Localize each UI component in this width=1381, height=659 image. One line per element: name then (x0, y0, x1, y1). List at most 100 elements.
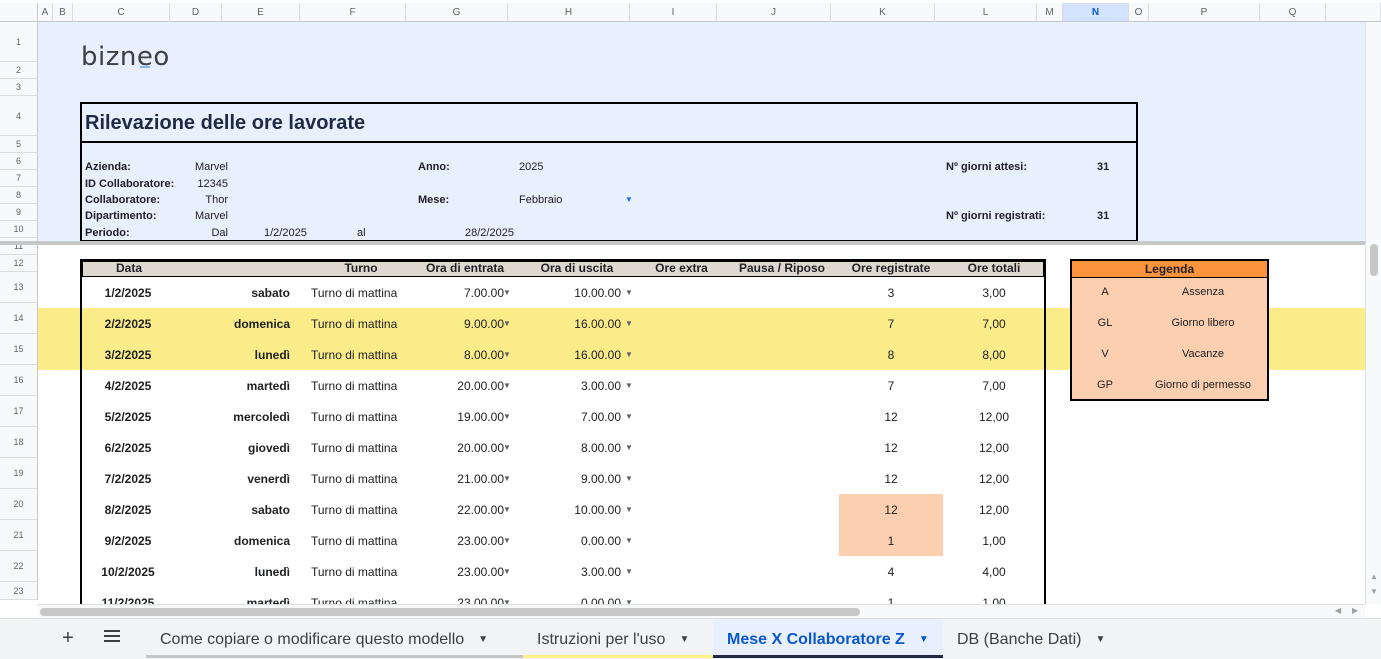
legend-box: Legenda A Assenza GL Giorno libero V Vacanze G… (1070, 259, 1269, 401)
column-header-m[interactable]: M (1037, 3, 1063, 22)
th-totali[interactable]: Ore totali (943, 261, 1045, 275)
row-header-7[interactable]: 7 (0, 170, 38, 187)
column-header-j[interactable]: J (717, 3, 831, 22)
legend-description[interactable]: Vacanze (1138, 348, 1268, 360)
row-header-10[interactable]: 10 (0, 221, 38, 238)
legend-description[interactable]: Giorno di permesso (1138, 379, 1268, 391)
scroll-left-icon[interactable]: ◀ (1335, 606, 1341, 615)
all-sheets-menu-icon[interactable] (100, 627, 124, 651)
sheet-tab[interactable]: DB (Banche Dati) ▼ (943, 619, 1123, 659)
legend-code[interactable]: A (1072, 286, 1138, 298)
legend-title[interactable]: Legenda (1072, 261, 1267, 278)
select-all-corner[interactable] (0, 3, 38, 22)
dal-date[interactable]: 1/2/2025 (264, 227, 307, 239)
id-value[interactable]: 12345 (180, 178, 228, 190)
column-header-d[interactable]: D (170, 3, 222, 22)
row-header-4[interactable]: 4 (0, 96, 38, 136)
row-header-17[interactable]: 17 (0, 396, 38, 427)
horizontal-scroll-thumb[interactable] (40, 608, 860, 616)
collab-label: Collaboratore: (85, 194, 161, 206)
column-header-k[interactable]: K (831, 3, 935, 22)
row-header-8[interactable]: 8 (0, 187, 38, 204)
sheet-tab[interactable]: Mese X Collaboratore Z ▼ (713, 619, 943, 659)
row-header-22[interactable]: 22 (0, 551, 38, 582)
column-header-q[interactable]: Q (1260, 3, 1326, 22)
sheet-tab-label: Mese X Collaboratore Z (727, 630, 905, 648)
column-header-p[interactable]: P (1149, 3, 1260, 22)
al-date[interactable]: 28/2/2025 (465, 227, 514, 239)
sheet-tab[interactable]: Come copiare o modificare questo modello… (146, 619, 523, 659)
column-header-b[interactable]: B (53, 3, 73, 22)
row-header-20[interactable]: 20 (0, 489, 38, 520)
column-header-i[interactable]: I (630, 3, 717, 22)
id-label: ID Collaboratore: (85, 178, 175, 190)
scroll-up-icon[interactable]: ▲ (1370, 572, 1378, 581)
vertical-scrollbar[interactable]: ▲ ▼ (1365, 22, 1381, 604)
anno-value[interactable]: 2025 (519, 161, 543, 173)
legend-description[interactable]: Giorno libero (1138, 317, 1268, 329)
mese-chevron-down-icon[interactable]: ▼ (625, 195, 633, 204)
column-header-c[interactable]: C (73, 3, 170, 22)
hours-table-frame (80, 259, 1046, 605)
th-entrata[interactable]: Ora di entrata (414, 261, 516, 275)
scroll-right-icon[interactable]: ▶ (1352, 606, 1358, 615)
row-header-3[interactable]: 3 (0, 79, 38, 96)
scroll-down-icon[interactable]: ▼ (1370, 587, 1378, 596)
row-header-13[interactable]: 13 (0, 272, 38, 303)
column-header-g[interactable]: G (406, 3, 508, 22)
row-header-19[interactable]: 19 (0, 458, 38, 489)
legend-code[interactable]: GP (1072, 379, 1138, 391)
row-header-21[interactable]: 21 (0, 520, 38, 551)
column-header-l[interactable]: L (935, 3, 1037, 22)
column-header-e[interactable]: E (222, 3, 300, 22)
legend-code[interactable]: V (1072, 348, 1138, 360)
legend-code[interactable]: GL (1072, 317, 1138, 329)
sheet-tab-bar: + Come copiare o modificare questo model… (0, 618, 1381, 659)
registrati-value[interactable]: 31 (1097, 210, 1109, 222)
column-header-o[interactable]: O (1129, 3, 1149, 22)
sheet-tab-menu-chevron-down-icon[interactable]: ▼ (919, 634, 929, 645)
row-header-14[interactable]: 14 (0, 303, 38, 334)
sheet-tab-menu-chevron-down-icon[interactable]: ▼ (679, 634, 689, 645)
sheet-tab-menu-chevron-down-icon[interactable]: ▼ (478, 634, 488, 645)
mese-dropdown[interactable]: Febbraio (519, 194, 562, 206)
horizontal-scrollbar[interactable]: ◀ ▶ (38, 604, 1365, 617)
add-sheet-icon[interactable]: + (56, 627, 80, 651)
th-uscita[interactable]: Ora di uscita (516, 261, 638, 275)
row-header-5[interactable]: 5 (0, 136, 38, 153)
row-header-9[interactable]: 9 (0, 204, 38, 221)
row-header-23[interactable]: 23 (0, 582, 38, 600)
row-header-12[interactable]: 12 (0, 255, 38, 272)
row-header-16[interactable]: 16 (0, 365, 38, 396)
dip-value[interactable]: Marvel (180, 210, 228, 222)
sheet-tab-menu-chevron-down-icon[interactable]: ▼ (1096, 634, 1106, 645)
th-turno[interactable]: Turno (309, 261, 413, 275)
collab-value[interactable]: Thor (180, 194, 228, 206)
th-extra[interactable]: Ore extra (638, 261, 725, 275)
sheet-tab[interactable]: Istruzioni per l'uso ▼ (523, 619, 713, 659)
sheet-tab-label: DB (Banche Dati) (957, 630, 1082, 648)
al-label: al (357, 227, 366, 239)
azienda-value[interactable]: Marvel (180, 161, 228, 173)
row-header-18[interactable]: 18 (0, 427, 38, 458)
bizneo-logo: bizneo (81, 42, 170, 72)
column-header-h[interactable]: H (508, 3, 630, 22)
row-header-1[interactable]: 1 (0, 22, 38, 62)
freeze-divider[interactable] (0, 241, 1365, 245)
column-header-f[interactable]: F (300, 3, 406, 22)
th-pausa[interactable]: Pausa / Riposo (725, 261, 839, 275)
attesi-value[interactable]: 31 (1097, 161, 1109, 173)
th-data[interactable]: Data (81, 261, 177, 275)
attesi-label: Nº giorni attesi: (946, 161, 1028, 173)
row-header-2[interactable]: 2 (0, 62, 38, 79)
vertical-scroll-thumb[interactable] (1370, 244, 1378, 276)
sheet-tab-color-bar (713, 655, 943, 658)
th-registrate[interactable]: Ore registrate (839, 261, 943, 275)
row-header-15[interactable]: 15 (0, 334, 38, 365)
sheet-title[interactable]: Rilevazione delle ore lavorate (85, 112, 365, 135)
column-header-a[interactable]: A (38, 3, 53, 22)
row-header-6[interactable]: 6 (0, 153, 38, 170)
legend-description[interactable]: Assenza (1138, 286, 1268, 298)
sheet-tab-label: Istruzioni per l'uso (537, 630, 666, 648)
column-header-n[interactable]: N (1063, 3, 1129, 22)
